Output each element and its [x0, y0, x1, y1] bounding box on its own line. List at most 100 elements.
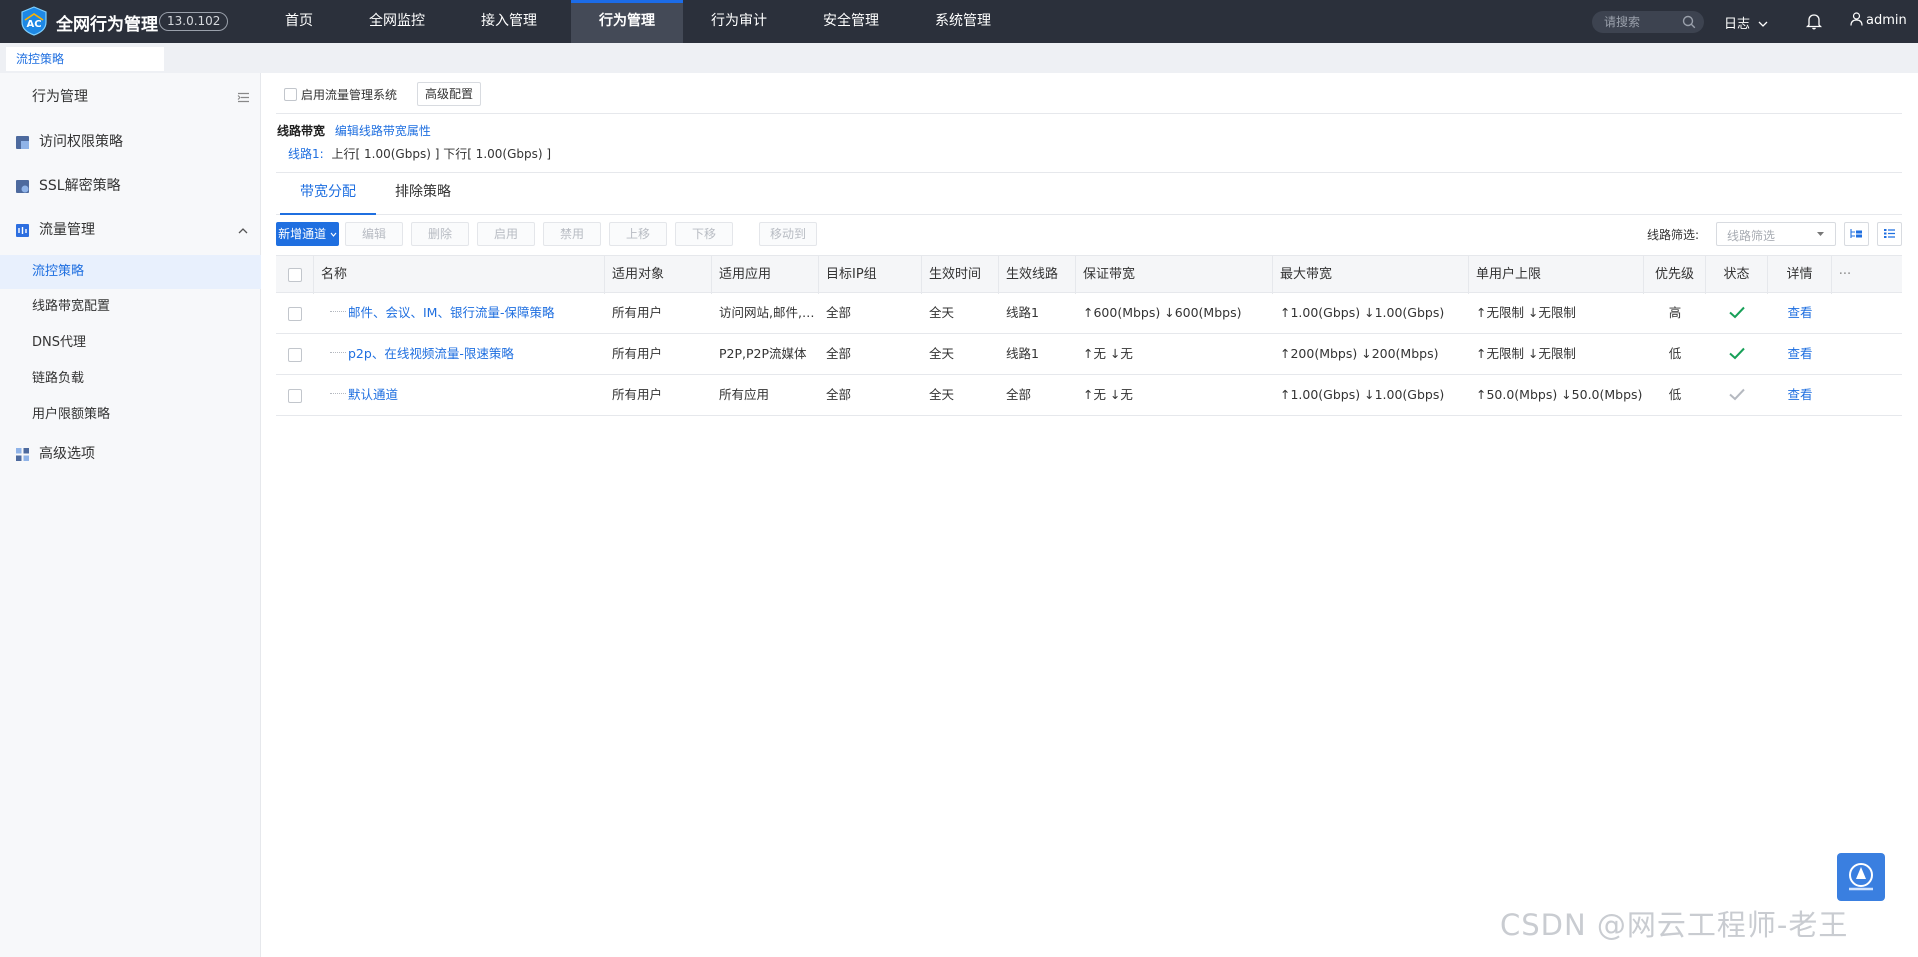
user-menu[interactable]: admin — [1850, 12, 1907, 28]
column-settings-icon[interactable]: ··· — [1832, 256, 1858, 294]
col-app[interactable]: 适用应用 — [712, 256, 819, 294]
tree-view-button[interactable] — [1844, 222, 1869, 246]
col-guaranteed-bandwidth[interactable]: 保证带宽 — [1076, 256, 1273, 294]
delete-button[interactable]: 删除 — [411, 222, 469, 246]
divider — [276, 113, 1902, 114]
view-detail-link[interactable]: 查看 — [1787, 387, 1812, 402]
sidebar-item-access-policy[interactable]: 访问权限策略 — [0, 124, 261, 160]
policy-name-link[interactable]: 邮件、会议、IM、银行流量-保障策略 — [348, 305, 554, 320]
sidebar-item-label: 高级选项 — [39, 446, 95, 462]
edit-button[interactable]: 编辑 — [345, 222, 403, 246]
page-tab-traffic-policy[interactable]: 流控策略 — [6, 47, 164, 71]
policy-name-cell: 邮件、会议、IM、银行流量-保障策略 — [314, 293, 605, 334]
tab-exclusion-policy[interactable]: 排除策略 — [380, 173, 466, 215]
col-max-bandwidth[interactable]: 最大带宽 — [1273, 256, 1469, 294]
move-to-button[interactable]: 移动到 — [759, 222, 817, 246]
col-detail[interactable]: 详情 — [1768, 256, 1832, 294]
nav-security-management[interactable]: 安全管理 — [795, 0, 907, 43]
enable-button[interactable]: 启用 — [477, 222, 535, 246]
detail-cell: 查看 — [1768, 293, 1832, 334]
policy-name-link[interactable]: 默认通道 — [348, 387, 398, 402]
sidebar-item-ssl-decrypt[interactable]: SSL解密策略 — [0, 168, 261, 204]
status-cell — [1706, 334, 1768, 375]
select-all-checkbox[interactable] — [288, 267, 302, 282]
policy-name-link[interactable]: p2p、在线视频流量-限速策略 — [348, 346, 514, 361]
nav-network-monitor[interactable]: 全网监控 — [342, 0, 452, 43]
view-detail-link[interactable]: 查看 — [1787, 305, 1812, 320]
sidebar-item-traffic-management[interactable]: 流量管理 — [0, 212, 261, 248]
col-per-user-limit[interactable]: 单用户上限 — [1469, 256, 1644, 294]
status-enabled-check-icon[interactable] — [1729, 306, 1745, 319]
col-effective-line[interactable]: 生效线路 — [999, 256, 1076, 294]
row-checkbox[interactable] — [288, 388, 302, 403]
search-input[interactable] — [1604, 13, 1682, 31]
assistant-icon — [1849, 863, 1873, 891]
advanced-config-button[interactable]: 高级配置 — [417, 82, 481, 106]
policy-tabs: 带宽分配 排除策略 — [276, 173, 1902, 215]
line-filter-select[interactable]: 线路筛选 — [1716, 222, 1836, 246]
col-target-ip[interactable]: 目标IP组 — [819, 256, 922, 294]
effective-line-cell: 线路1 — [1006, 346, 1039, 361]
per-user-limit-cell: ↑无限制 ↓无限制 — [1476, 346, 1576, 361]
nav-access-management[interactable]: 接入管理 — [452, 0, 566, 43]
guaranteed-bandwidth-cell: ↑600(Mbps) ↓600(Mbps) — [1083, 305, 1242, 320]
sidebar-subitem-traffic-policy[interactable]: 流控策略 — [0, 255, 261, 289]
username: admin — [1866, 13, 1907, 28]
max-bandwidth-cell: ↑1.00(Gbps) ↓1.00(Gbps) — [1280, 305, 1445, 320]
nav-home[interactable]: 首页 — [256, 0, 342, 43]
col-effective-time[interactable]: 生效时间 — [922, 256, 999, 294]
app-cell: P2P,P2P流媒体 — [719, 346, 807, 361]
table-row[interactable]: p2p、在线视频流量-限速策略 所有用户 P2P,P2P流媒体 全部 全天 线路… — [276, 334, 1902, 375]
status-cell — [1706, 293, 1768, 334]
line-name: 线路1: — [288, 147, 324, 161]
sidebar-subitem-dns-proxy[interactable]: DNS代理 — [0, 326, 261, 360]
col-object[interactable]: 适用对象 — [605, 256, 712, 294]
table-row[interactable]: 邮件、会议、IM、银行流量-保障策略 所有用户 访问网站,邮件,微博... 全部… — [276, 293, 1902, 334]
status-default-check-icon — [1729, 388, 1745, 401]
tab-bandwidth-allocation[interactable]: 带宽分配 — [280, 173, 376, 215]
table-row[interactable]: 默认通道 所有用户 所有应用 全部 全天 全部 ↑无 ↓无 ↑1.00(Gbps… — [276, 375, 1902, 416]
row-checkbox[interactable] — [288, 347, 302, 362]
main-content: 启用流量管理系统 高级配置 线路带宽 编辑线路带宽属性 线路1: 上行[ 1.0… — [262, 73, 1918, 957]
list-view-button[interactable] — [1877, 222, 1902, 246]
search-icon[interactable] — [1682, 15, 1696, 29]
enable-traffic-checkbox[interactable] — [284, 88, 297, 101]
sidebar-item-advanced-options[interactable]: 高级选项 — [0, 436, 261, 472]
col-priority[interactable]: 优先级 — [1644, 256, 1706, 294]
view-detail-link[interactable]: 查看 — [1787, 346, 1812, 361]
sidebar-item-label: 访问权限策略 — [39, 134, 123, 150]
sidebar-subitem-link-load[interactable]: 链路负载 — [0, 362, 261, 396]
move-up-button[interactable]: 上移 — [609, 222, 667, 246]
target-ip-cell: 全部 — [826, 387, 852, 402]
col-name[interactable]: 名称 — [314, 256, 605, 294]
sidebar-subitem-line-bandwidth[interactable]: 线路带宽配置 — [0, 290, 261, 324]
disable-button[interactable]: 禁用 — [543, 222, 601, 246]
collapse-menu-icon[interactable] — [237, 92, 250, 103]
guaranteed-bandwidth-cell: ↑无 ↓无 — [1083, 387, 1133, 402]
assistant-float-button[interactable] — [1837, 853, 1885, 901]
bell-icon[interactable] — [1806, 12, 1822, 30]
move-down-button[interactable]: 下移 — [675, 222, 733, 246]
access-policy-icon — [16, 136, 29, 149]
row-checkbox-cell — [276, 293, 314, 334]
sidebar-subitem-user-quota[interactable]: 用户限额策略 — [0, 398, 261, 432]
edit-line-bandwidth-link[interactable]: 编辑线路带宽属性 — [335, 124, 431, 138]
sidebar-header: 行为管理 — [0, 79, 261, 115]
col-status[interactable]: 状态 — [1706, 256, 1768, 294]
row-checkbox[interactable] — [288, 306, 302, 321]
log-menu[interactable]: 日志 — [1724, 13, 1768, 32]
table-header: 名称 适用对象 适用应用 目标IP组 生效时间 生效线路 保证带宽 最大带宽 单… — [276, 255, 1902, 294]
policy-name-cell: p2p、在线视频流量-限速策略 — [314, 334, 605, 375]
nav-behavior-management[interactable]: 行为管理 — [571, 0, 683, 43]
line-filter-label: 线路筛选: — [1647, 228, 1700, 242]
new-channel-button[interactable]: 新增通道 — [276, 222, 339, 246]
target-ip-cell: 全部 — [826, 346, 852, 361]
nav-behavior-audit[interactable]: 行为审计 — [683, 0, 795, 43]
max-bandwidth-cell: ↑1.00(Gbps) ↓1.00(Gbps) — [1280, 387, 1445, 402]
svg-text:AC: AC — [26, 19, 41, 30]
nav-system-management[interactable]: 系统管理 — [907, 0, 1019, 43]
top-navbar: AC 全网行为管理 13.0.102 首页 全网监控 接入管理 行为管理 行为审… — [0, 0, 1918, 43]
per-user-limit-cell: ↑无限制 ↓无限制 — [1476, 305, 1576, 320]
line-bandwidth-value: 上行[ 1.00(Gbps) ] 下行[ 1.00(Gbps) ] — [331, 147, 552, 161]
status-enabled-check-icon[interactable] — [1729, 347, 1745, 360]
